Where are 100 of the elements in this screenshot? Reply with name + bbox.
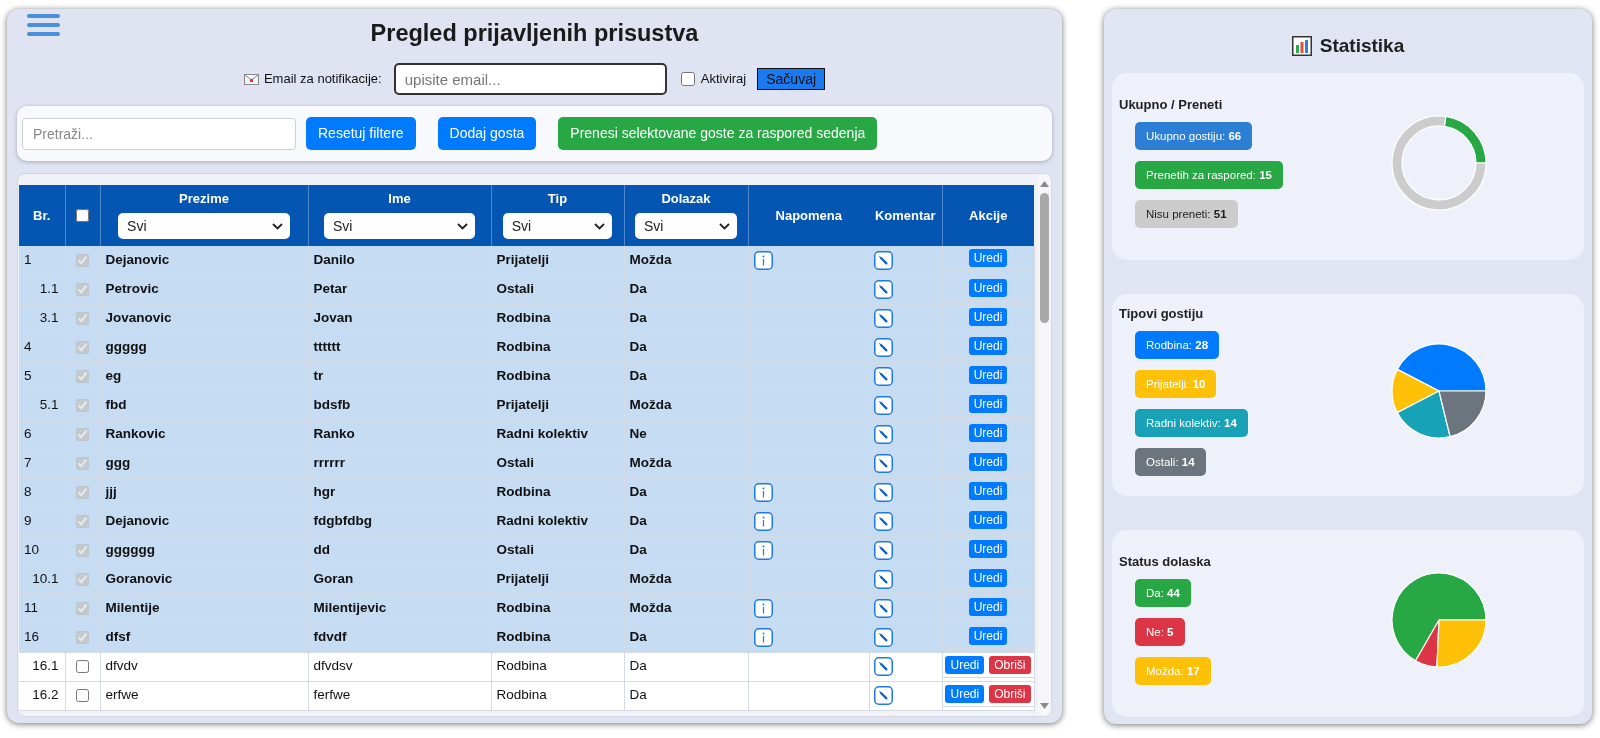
pencil-icon[interactable] <box>873 425 893 444</box>
table-cell: eg <box>100 362 308 391</box>
table-cell: Goranovic <box>100 565 308 594</box>
table-row[interactable]: 7 ggg rrrrrr Ostali Možda Uredi <box>19 449 1034 478</box>
table-cell: Da <box>624 362 748 391</box>
edit-button[interactable]: Uredi <box>968 307 1008 326</box>
edit-button[interactable]: Uredi <box>968 423 1008 442</box>
edit-button[interactable]: Uredi <box>968 365 1008 384</box>
toolbar-button[interactable]: Resetuj filtere <box>306 117 416 150</box>
stat-badge: Rodbina: 28 <box>1135 331 1220 359</box>
table-row[interactable]: 10.1 Goranovic Goran Prijatelji Možda Uredi <box>19 565 1034 594</box>
table-cell: Da <box>624 623 748 652</box>
edit-button[interactable]: Uredi <box>968 278 1008 297</box>
pencil-icon[interactable] <box>873 367 893 386</box>
email-field[interactable]: upisite email... <box>393 63 667 95</box>
scrollbar-thumb[interactable] <box>1039 193 1049 323</box>
info-icon[interactable] <box>753 483 773 502</box>
table-row[interactable]: 9 Dejanovic fdgbfdbg Radni kolektiv Da Uredi <box>19 507 1034 536</box>
row-number: 8 <box>19 478 65 507</box>
info-icon[interactable] <box>753 250 773 270</box>
pencil-icon[interactable] <box>873 541 893 560</box>
scroll-up-icon[interactable] <box>1039 181 1049 187</box>
table-row[interactable]: 11 Milentije Milentijevic Rodbina Možda Uredi <box>19 594 1034 623</box>
scrollbar[interactable] <box>1037 174 1051 716</box>
table-cell: Jovan <box>308 304 491 333</box>
toolbar-button[interactable]: Prenesi selektovane goste za raspored sedenja <box>558 117 878 150</box>
filter-dropdown[interactable]: Svi <box>323 213 475 239</box>
filter-dropdown[interactable]: Svi <box>118 213 290 239</box>
stat-badge: Prijatelji: 10 <box>1135 370 1217 398</box>
pencil-icon[interactable] <box>873 280 893 299</box>
table-row[interactable]: 5 eg tr Rodbina Da Uredi <box>19 362 1034 391</box>
pencil-icon[interactable] <box>873 483 893 502</box>
table-cell: Ostali <box>491 275 624 304</box>
toolbar-button[interactable]: Dodaj gosta <box>437 117 537 150</box>
info-icon[interactable] <box>753 599 773 618</box>
edit-button[interactable]: Uredi <box>968 336 1008 355</box>
delete-button[interactable]: Obriši <box>989 684 1031 703</box>
row-checkbox[interactable] <box>76 660 89 674</box>
edit-button[interactable]: Uredi <box>968 510 1008 529</box>
info-icon[interactable] <box>753 541 773 560</box>
info-icon[interactable] <box>753 628 773 647</box>
table-row[interactable]: 3.1 Jovanovic Jovan Rodbina Da Uredi <box>19 304 1034 333</box>
pencil-icon[interactable] <box>873 250 893 270</box>
edit-button[interactable]: Uredi <box>945 684 985 703</box>
table-row[interactable]: 16.1 dfvdv dfvdsv Rodbina Da Uredi Obriši <box>19 652 1034 681</box>
table-row[interactable]: 6 Rankovic Ranko Radni kolektiv Ne Uredi <box>19 420 1034 449</box>
edit-button[interactable]: Uredi <box>968 481 1008 500</box>
table-row[interactable]: 10 gggggg dd Ostali Da Uredi <box>19 536 1034 565</box>
table-cell: Da <box>624 333 748 362</box>
table-cell: Ne <box>624 420 748 449</box>
select-all-checkbox[interactable] <box>76 209 89 223</box>
edit-button[interactable]: Uredi <box>968 394 1008 413</box>
pencil-icon[interactable] <box>873 454 893 473</box>
table-row[interactable]: 8 jjj hgr Rodbina Da Uredi <box>19 478 1034 507</box>
column-header: Prezime <box>179 191 229 207</box>
table-row[interactable]: 16 dfsf fdvdf Rodbina Da Uredi <box>19 623 1034 652</box>
pencil-icon[interactable] <box>873 657 893 676</box>
info-icon[interactable] <box>753 512 773 531</box>
row-checkbox[interactable] <box>76 689 89 703</box>
pencil-icon[interactable] <box>873 599 893 618</box>
filter-dropdown[interactable]: Svi <box>634 213 738 239</box>
scroll-down-icon[interactable] <box>1039 703 1049 709</box>
edit-button[interactable]: Uredi <box>968 568 1008 587</box>
pencil-icon[interactable] <box>873 570 893 589</box>
activate-checkbox[interactable] <box>680 72 695 86</box>
pencil-icon[interactable] <box>873 686 893 705</box>
table-row[interactable]: 5.1 fbd bdsfb Prijatelji Možda Uredi <box>19 391 1034 420</box>
stat-badge: Prenetih za raspored: 15 <box>1135 161 1283 189</box>
row-number: 10 <box>19 536 65 565</box>
stat-badge: Ostali: 14 <box>1135 448 1206 476</box>
edit-button[interactable]: Uredi <box>968 626 1008 645</box>
table-cell: dfsf <box>100 623 308 652</box>
edit-button[interactable]: Uredi <box>968 539 1008 558</box>
table-cell: Rodbina <box>491 652 624 681</box>
row-number: 5 <box>19 362 65 391</box>
table-row[interactable]: 1.1 Petrovic Petar Ostali Da Uredi <box>19 275 1034 304</box>
table-cell: Da <box>624 681 748 710</box>
table-row[interactable]: 16.2 erfwe ferfwe Rodbina Da Uredi Obriši <box>19 681 1034 710</box>
delete-button[interactable]: Obriši <box>989 655 1031 674</box>
table-row[interactable]: 1 Dejanovic Danilo Prijatelji Možda Uredi <box>19 246 1034 275</box>
column-header: Tip <box>547 191 568 207</box>
menu-icon[interactable] <box>27 14 60 36</box>
save-button[interactable]: Sačuvaj <box>757 68 826 90</box>
table-cell: fbd <box>100 391 308 420</box>
row-number: 11 <box>19 594 65 623</box>
pencil-icon[interactable] <box>873 309 893 328</box>
row-number: 6 <box>19 420 65 449</box>
table-row[interactable]: 4 ggggg tttttt Rodbina Da Uredi <box>19 333 1034 362</box>
edit-button[interactable]: Uredi <box>968 249 1008 267</box>
filter-dropdown[interactable]: Svi <box>502 213 613 239</box>
pencil-icon[interactable] <box>873 512 893 531</box>
pencil-icon[interactable] <box>873 396 893 415</box>
edit-button[interactable]: Uredi <box>968 452 1008 471</box>
stat-card-title: Status dolaska <box>1119 554 1211 570</box>
table-cell: Rodbina <box>491 304 624 333</box>
pencil-icon[interactable] <box>873 628 893 647</box>
search-field[interactable]: Pretraži... <box>22 117 296 150</box>
pencil-icon[interactable] <box>873 338 893 357</box>
edit-button[interactable]: Uredi <box>968 597 1008 616</box>
edit-button[interactable]: Uredi <box>945 655 985 674</box>
